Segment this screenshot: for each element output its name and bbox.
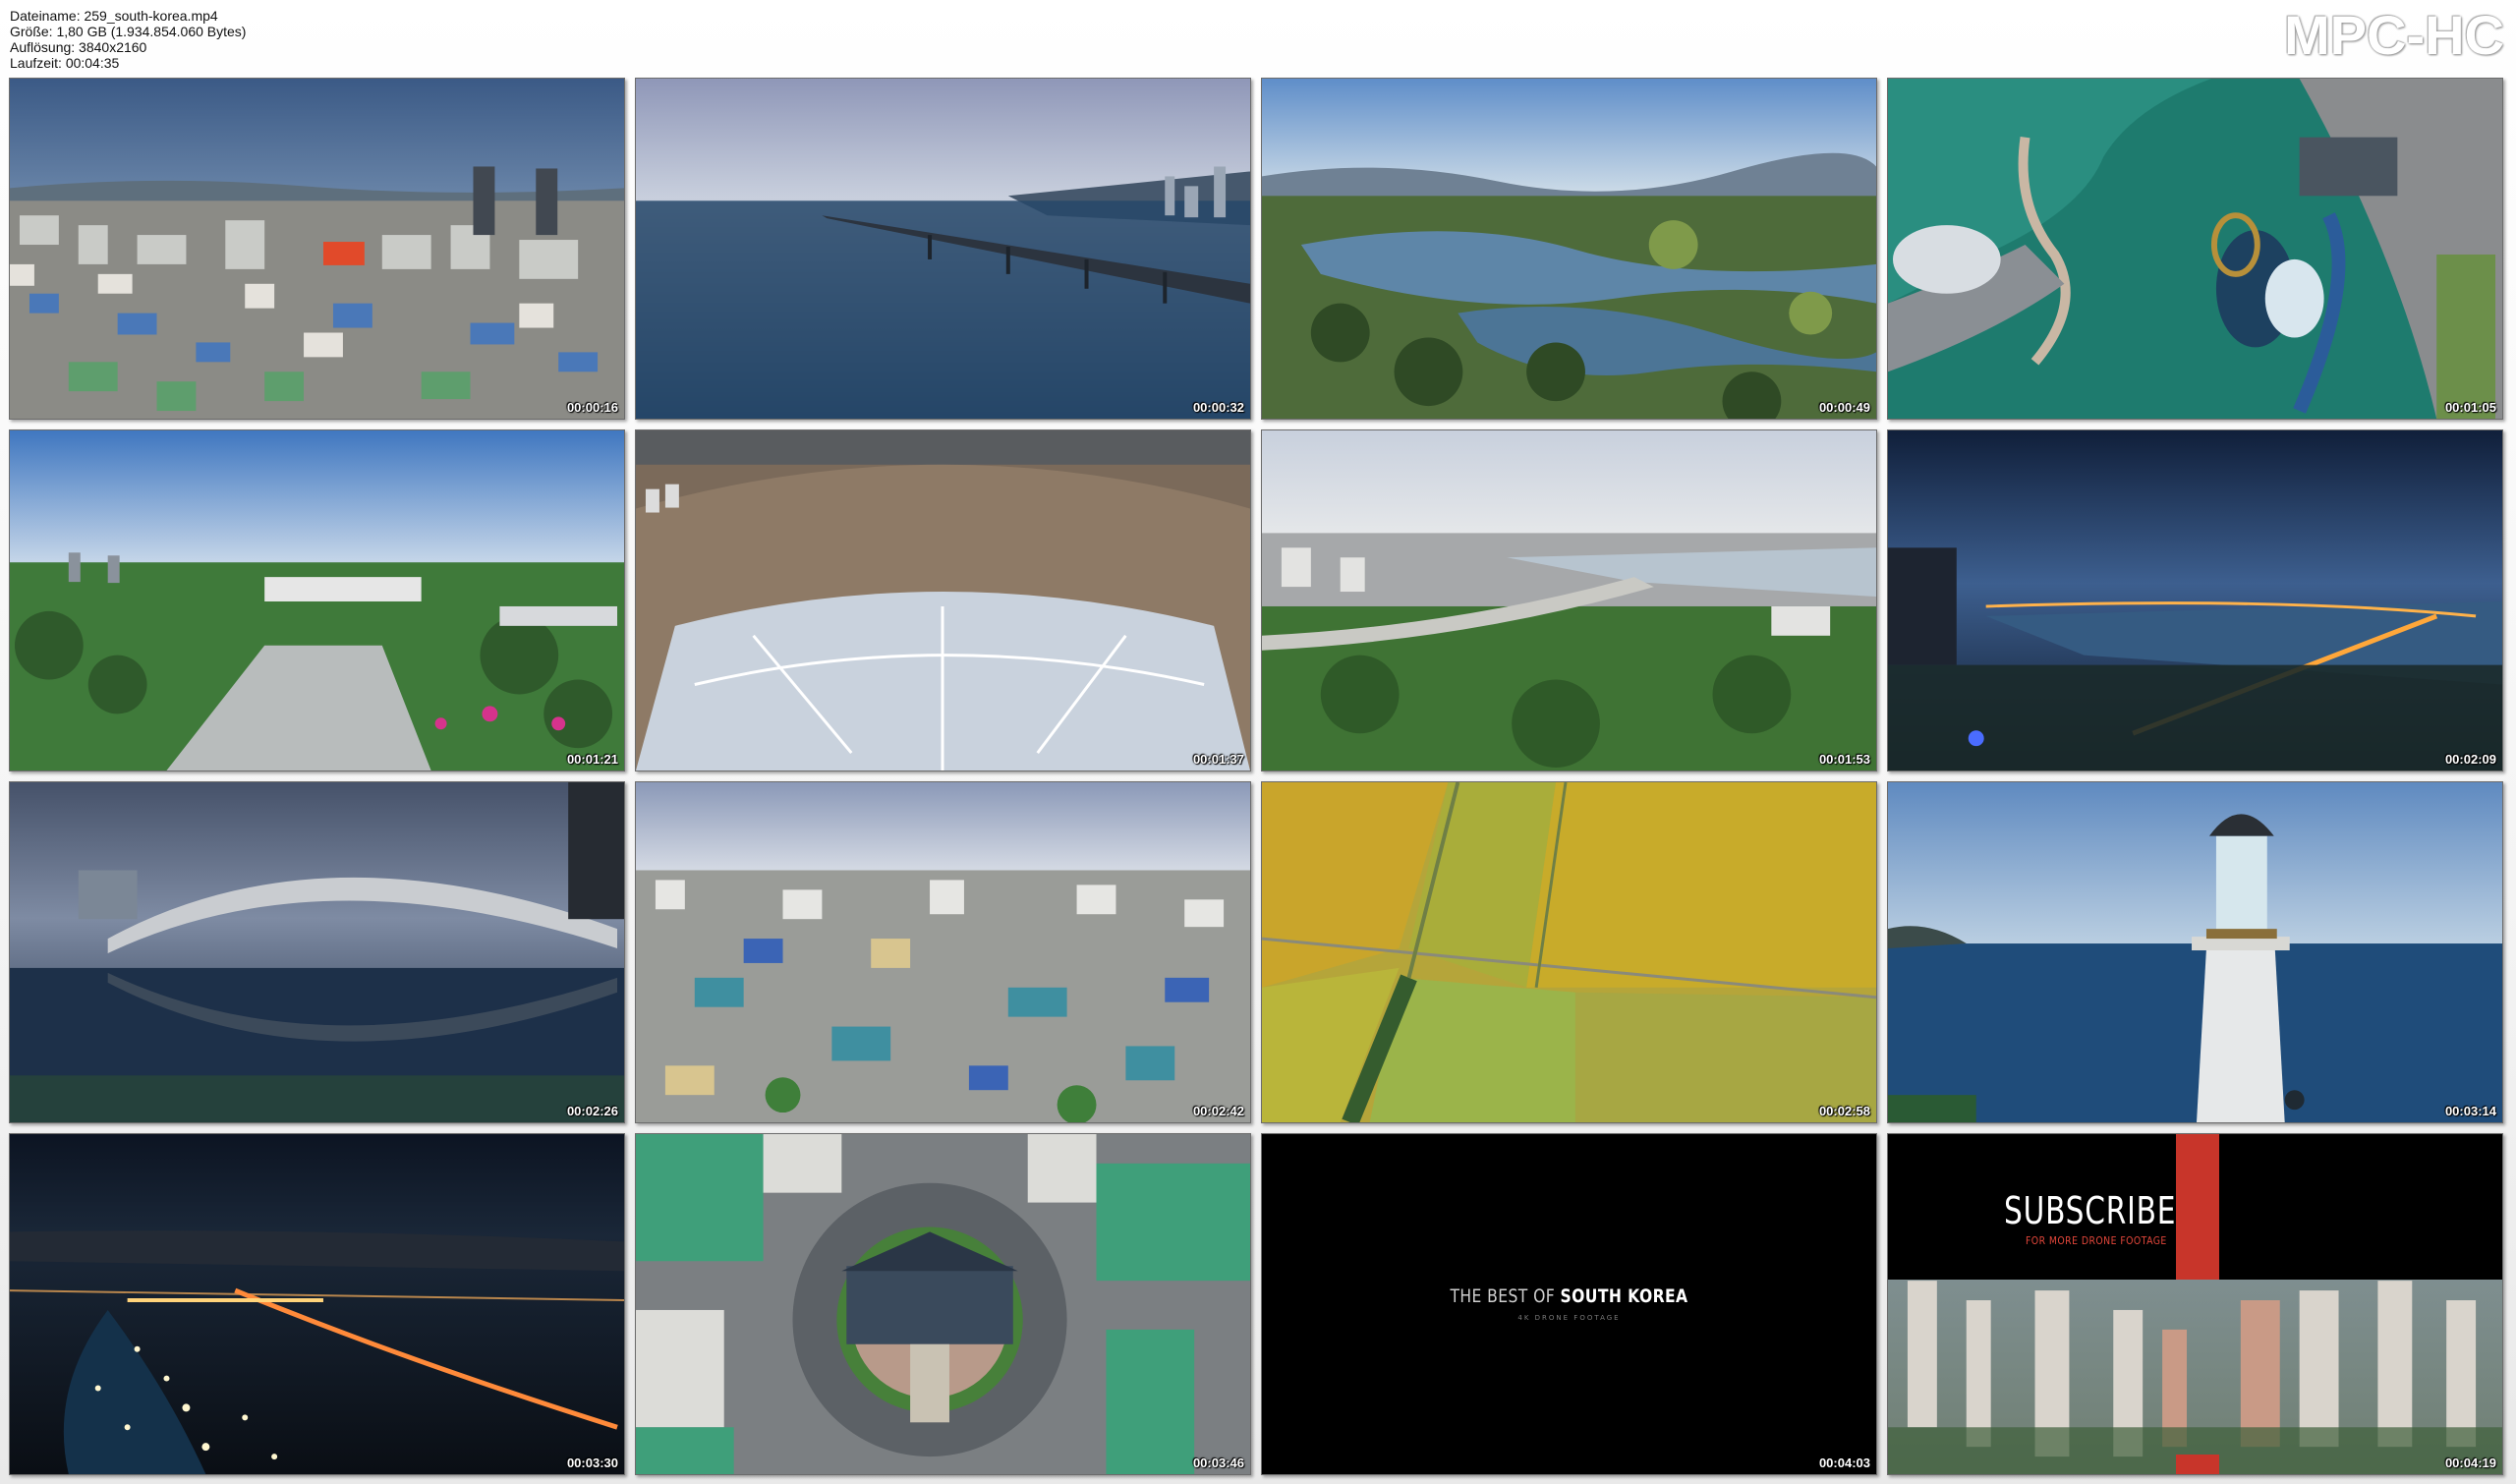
file-duration: Laufzeit: 00:04:35 [10, 55, 120, 71]
subscribe-tagline: FOR MORE DRONE FOOTAGE [2026, 1234, 2167, 1247]
title-card-heading: THE BEST OF SOUTH KOREA [1317, 1285, 1821, 1307]
timestamp: 00:02:09 [2444, 752, 2496, 767]
timestamp: 00:01:21 [566, 752, 618, 767]
timestamp: 00:03:14 [2444, 1104, 2496, 1118]
thumbnail-14[interactable]: 00:03:46 [635, 1133, 1251, 1475]
thumbnail-8[interactable]: 00:02:09 [1887, 429, 2503, 771]
thumbnail-grid: 00:00:16 00:00:32 00:00:49 00:01:05 00:0… [9, 78, 2507, 1475]
timestamp: 00:04:19 [2444, 1455, 2496, 1470]
file-size: Größe: 1,80 GB (1.934.854.060 Bytes) [10, 24, 247, 39]
timestamp: 00:02:26 [566, 1104, 618, 1118]
thumbnail-2[interactable]: 00:00:32 [635, 78, 1251, 420]
timestamp: 00:00:32 [1192, 400, 1244, 415]
thumbnail-4[interactable]: 00:01:05 [1887, 78, 2503, 420]
thumbnail-7[interactable]: 00:01:53 [1261, 429, 1877, 771]
title-highlight: SOUTH KOREA [1560, 1285, 1688, 1307]
timestamp: 00:03:30 [566, 1455, 618, 1470]
thumbnail-12[interactable]: 00:03:14 [1887, 781, 2503, 1123]
thumbnail-15[interactable]: THE BEST OF SOUTH KOREA 4K DRONE FOOTAGE… [1261, 1133, 1877, 1475]
subscribe-red-bar-bottom [2176, 1455, 2219, 1474]
thumbnail-1[interactable]: 00:00:16 [9, 78, 625, 420]
title-card: THE BEST OF SOUTH KOREA 4K DRONE FOOTAGE [1262, 1134, 1876, 1474]
timestamp: 00:04:03 [1818, 1455, 1870, 1470]
thumbnail-9[interactable]: 00:02:26 [9, 781, 625, 1123]
subscribe-title: SUBSCRIBE [2004, 1189, 2177, 1232]
brand-logo: MPC-HC [2284, 4, 2504, 66]
thumbnail-16[interactable]: SUBSCRIBE FOR MORE DRONE FOOTAGE 00:04:1… [1887, 1133, 2503, 1475]
thumbnail-6[interactable]: 00:01:37 [635, 429, 1251, 771]
timestamp: 00:03:46 [1192, 1455, 1244, 1470]
file-resolution: Auflösung: 3840x2160 [10, 39, 147, 55]
file-name: Dateiname: 259_south-korea.mp4 [10, 8, 218, 24]
thumbnail-11[interactable]: 00:02:58 [1261, 781, 1877, 1123]
thumbnail-13[interactable]: 00:03:30 [9, 1133, 625, 1475]
timestamp: 00:00:49 [1818, 400, 1870, 415]
thumbnail-3[interactable]: 00:00:49 [1261, 78, 1877, 420]
timestamp: 00:01:37 [1192, 752, 1244, 767]
timestamp: 00:01:05 [2444, 400, 2496, 415]
thumbnail-5[interactable]: 00:01:21 [9, 429, 625, 771]
file-info: Dateiname: 259_south-korea.mp4 Größe: 1,… [10, 8, 246, 71]
title-card-subline: 4K DRONE FOOTAGE [1517, 1314, 1621, 1322]
timestamp: 00:02:58 [1818, 1104, 1870, 1118]
title-prefix: THE BEST OF [1450, 1285, 1556, 1307]
timestamp: 00:01:53 [1818, 752, 1870, 767]
subscribe-red-bar [2176, 1134, 2219, 1280]
timestamp: 00:00:16 [566, 400, 618, 415]
timestamp: 00:02:42 [1192, 1104, 1244, 1118]
thumbnail-10[interactable]: 00:02:42 [635, 781, 1251, 1123]
